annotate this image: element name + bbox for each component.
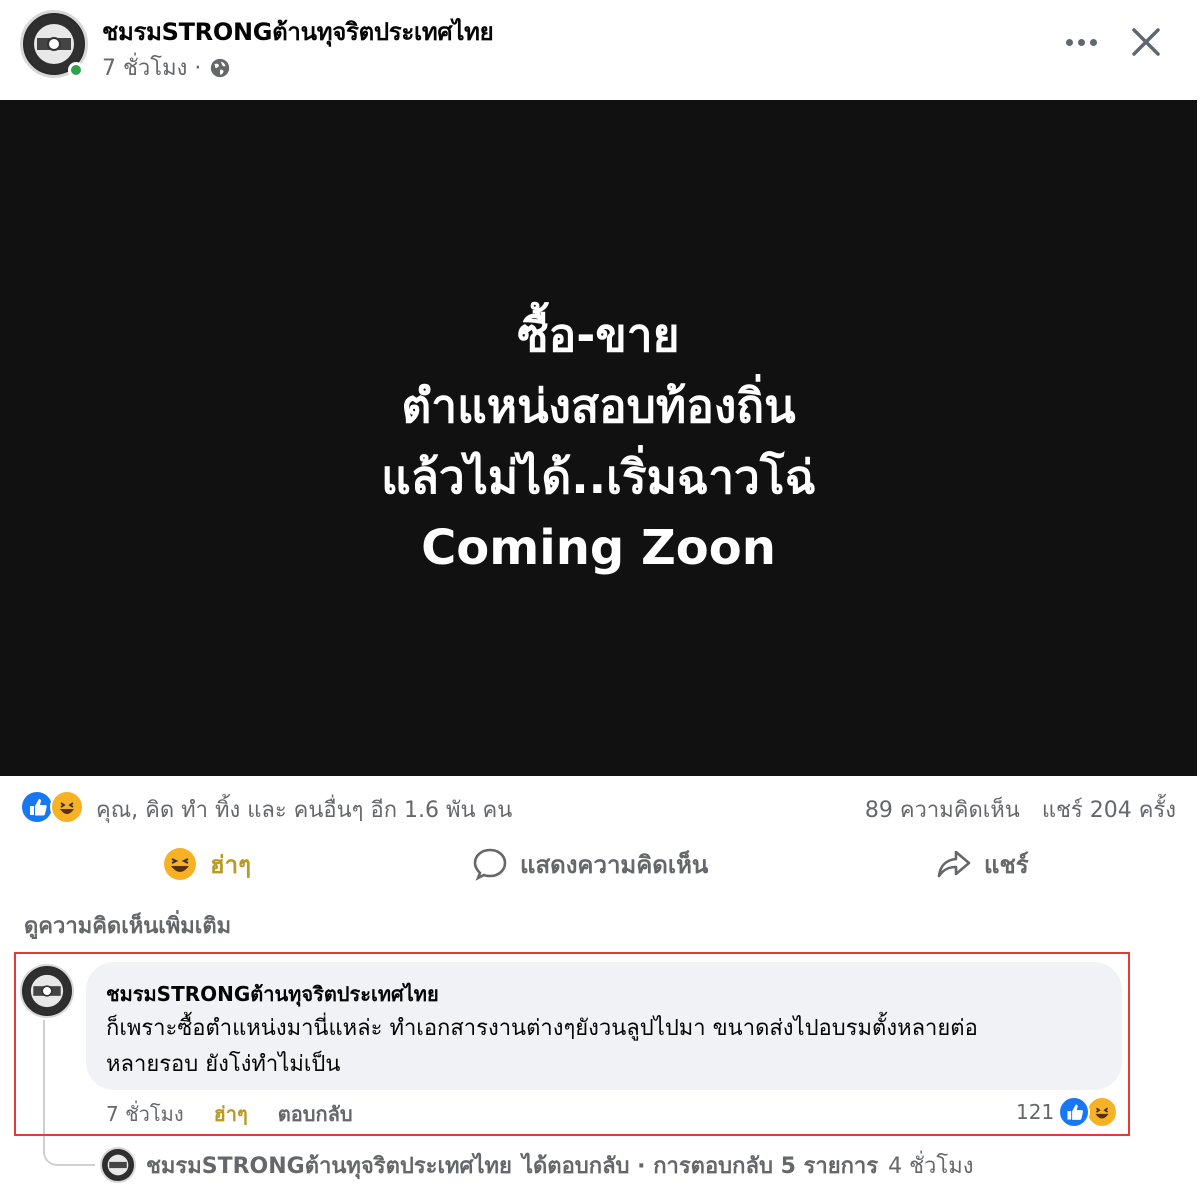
reply-time: 4 ชั่วโมง (888, 1153, 974, 1179)
close-icon[interactable] (1124, 20, 1168, 64)
share-button[interactable]: แชร์ (936, 842, 1029, 886)
reply-summary[interactable]: ชมรมSTRONGต้านทุจริตประเทศไทย ได้ตอบกลับ… (100, 1146, 973, 1184)
action-bar: ฮ่าๆ แสดงความคิดเห็น แชร์ (0, 836, 1200, 892)
haha-icon (164, 848, 196, 880)
page-name[interactable]: ชมรมSTRONGต้านทุจริตประเทศไทย (102, 12, 494, 51)
reaction-names[interactable]: คุณ, คิด ทำ ทิ้ง และ คนอื่นๆ อีก 1.6 พัน… (96, 792, 512, 827)
video-line-1: ซื้อ-ขาย (517, 308, 680, 362)
reactions-summary: คุณ, คิด ทำ ทิ้ง และ คนอื่นๆ อีก 1.6 พัน… (0, 780, 1200, 836)
comment-count[interactable]: 89 ความคิดเห็น (865, 792, 1020, 827)
haha-label: ฮ่าๆ (210, 850, 252, 879)
comment-bubble-icon (473, 848, 507, 881)
post-meta: 7 ชั่วโมง · (102, 50, 231, 85)
reaction-icons[interactable] (20, 790, 90, 826)
share-arrow-icon (937, 850, 971, 878)
online-status-dot (68, 62, 84, 78)
more-options-icon[interactable] (1058, 24, 1104, 60)
haha-reaction-icon (50, 790, 84, 824)
engagement-counts: 89 ความคิดเห็น แชร์ 204 ครั้ง (865, 792, 1176, 827)
video-line-3: แล้วไม่ได้..เริ่มฉาวโฉ่ (381, 450, 816, 504)
like-reaction-icon (20, 790, 54, 824)
video-player[interactable]: ซื้อ-ขาย ตำแหน่งสอบท้องถิ่น แล้วไม่ได้..… (0, 100, 1197, 776)
video-line-2: ตำแหน่งสอบท้องถิ่น (401, 379, 796, 433)
haha-button[interactable]: ฮ่าๆ (162, 842, 251, 886)
comment-label: แสดงความคิดเห็น (520, 850, 709, 879)
view-more-comments-link[interactable]: ดูความคิดเห็นเพิ่มเติม (24, 908, 231, 943)
haha-reaction-icon (1086, 1096, 1119, 1128)
post-time[interactable]: 7 ชั่วโมง · (102, 50, 201, 85)
highlight-annotation (14, 952, 1130, 1136)
reply-author: ชมรมSTRONGต้านทุจริตประเทศไทย (146, 1153, 512, 1179)
video-line-4: Coming Zoon (421, 520, 776, 576)
strong-logo-icon (103, 1150, 133, 1180)
comment-button[interactable]: แสดงความคิดเห็น (472, 842, 708, 886)
share-count[interactable]: แชร์ 204 ครั้ง (1042, 792, 1176, 827)
reply-text: ได้ตอบกลับ · การตอบกลับ 5 รายการ (521, 1153, 879, 1179)
share-label: แชร์ (984, 850, 1029, 879)
globe-icon (211, 58, 230, 77)
video-caption: ซื้อ-ขาย ตำแหน่งสอบท้องถิ่น แล้วไม่ได้..… (0, 300, 1197, 584)
reply-avatar (100, 1147, 136, 1183)
like-reaction-icon (1058, 1096, 1091, 1128)
post-header: ชมรมSTRONGต้านทุจริตประเทศไทย 7 ชั่วโมง … (0, 0, 1200, 100)
